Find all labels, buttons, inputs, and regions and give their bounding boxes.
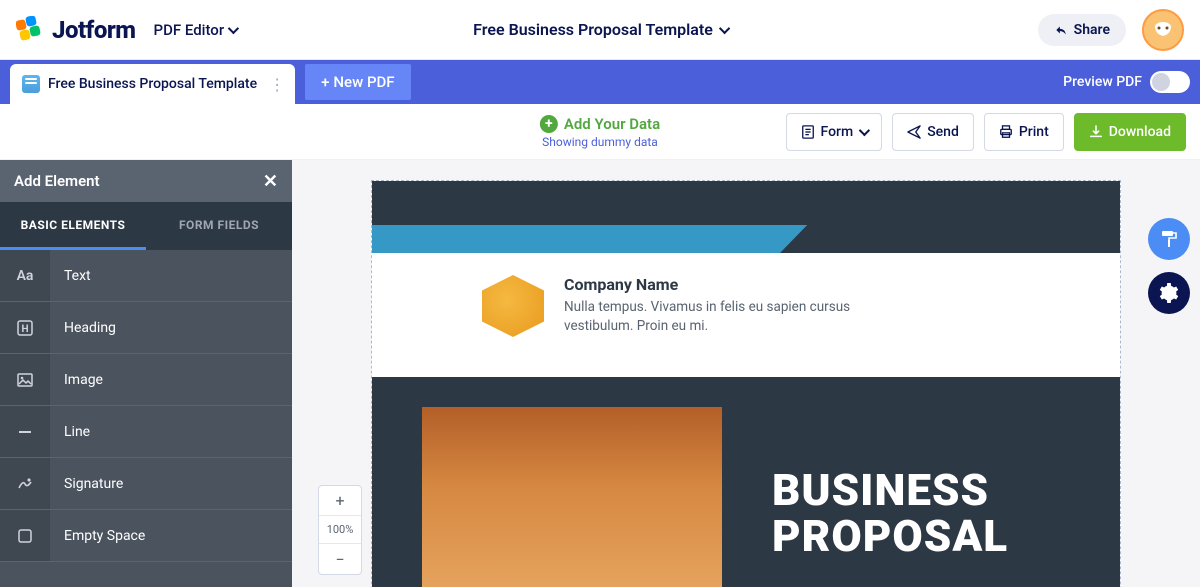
paint-roller-icon [1159,229,1179,249]
zoom-control: + 100% − [318,485,362,575]
logo[interactable]: Jotform [16,16,136,44]
document-tab-title: Free Business Proposal Template [48,76,257,92]
element-heading[interactable]: H Heading [0,302,292,354]
element-empty-space[interactable]: Empty Space [0,510,292,562]
new-pdf-label: New PDF [333,73,394,91]
page-blue-strip [372,225,1120,253]
print-icon [999,125,1013,139]
zoom-in-button[interactable]: + [319,486,361,516]
document-tab[interactable]: Free Business Proposal Template ⋮ [10,64,295,104]
svg-text:H: H [21,324,28,335]
editor-mode-label: PDF Editor [154,21,225,39]
add-data-label: Add Your Data [564,115,660,133]
sidebar-title: Add Element [14,172,100,190]
element-image[interactable]: Image [0,354,292,406]
company-description: Nulla tempus. Vivamus in felis eu sapien… [564,298,864,336]
print-button[interactable]: Print [984,113,1064,151]
share-label: Share [1074,22,1110,38]
share-icon [1054,23,1068,37]
hero-title: BUSINESS PROPOSAL [772,467,1008,587]
form-label: Form [821,124,854,140]
page-header-dark [372,181,1120,225]
download-button[interactable]: Download [1074,113,1186,151]
send-label: Send [927,124,959,140]
canvas[interactable]: Company Name Nulla tempus. Vivamus in fe… [292,160,1200,587]
element-line[interactable]: Line [0,406,292,458]
element-label: Signature [50,476,123,492]
print-label: Print [1019,124,1049,140]
doc-title: Free Business Proposal Template [473,20,713,39]
tab-form-fields[interactable]: FORM FIELDS [146,202,292,250]
empty-space-icon [0,510,50,561]
share-button[interactable]: Share [1038,14,1126,46]
new-pdf-button[interactable]: + New PDF [305,64,411,100]
form-dropdown-button[interactable]: Form [786,113,883,151]
add-data-button[interactable]: + Add Your Data [540,115,660,133]
download-icon [1089,125,1103,139]
tab-basic-elements[interactable]: BASIC ELEMENTS [0,202,146,250]
line-icon [0,406,50,457]
element-text[interactable]: AaText [0,250,292,302]
company-name: Company Name [564,275,864,294]
paint-roller-button[interactable] [1148,218,1190,260]
plus-circle-icon: + [540,115,558,133]
zoom-out-button[interactable]: − [319,544,361,574]
hero-line-2: PROPOSAL [772,513,1008,559]
element-sidebar: Add Element ✕ BASIC ELEMENTS FORM FIELDS… [0,160,292,587]
company-logo [482,275,544,337]
element-label: Image [50,372,103,388]
element-label: Empty Space [50,528,145,544]
doc-title-dropdown[interactable]: Free Business Proposal Template [473,20,727,39]
preview-pdf-label: Preview PDF [1063,74,1142,90]
avatar[interactable] [1142,9,1184,51]
heading-icon: H [0,302,50,353]
text-icon: Aa [0,250,50,301]
hero-image [422,407,722,587]
chevron-down-icon [859,124,870,135]
chevron-down-icon [719,22,730,33]
element-label: Text [50,268,91,284]
editor-mode-dropdown[interactable]: PDF Editor [154,21,237,39]
brand-text: Jotform [52,16,136,44]
gear-icon [1159,283,1179,303]
send-button[interactable]: Send [892,113,974,151]
element-signature[interactable]: Signature [0,458,292,510]
send-icon [907,125,921,139]
element-label: Heading [50,320,116,336]
dummy-data-link[interactable]: Showing dummy data [540,135,660,149]
download-label: Download [1109,124,1171,140]
kebab-icon[interactable]: ⋮ [269,75,283,94]
image-icon [0,354,50,405]
plus-icon: + [321,73,329,91]
zoom-level: 100% [319,516,361,544]
signature-icon [0,458,50,509]
preview-toggle[interactable] [1150,71,1190,93]
avatar-icon [1149,16,1177,44]
chevron-down-icon [228,22,239,33]
hero-line-1: BUSINESS [772,467,1008,513]
element-label: Line [50,424,90,440]
settings-button[interactable] [1148,272,1190,314]
pdf-page[interactable]: Company Name Nulla tempus. Vivamus in fe… [371,180,1121,587]
form-icon [801,125,815,139]
close-sidebar-button[interactable]: ✕ [263,171,278,192]
document-icon [22,75,40,93]
